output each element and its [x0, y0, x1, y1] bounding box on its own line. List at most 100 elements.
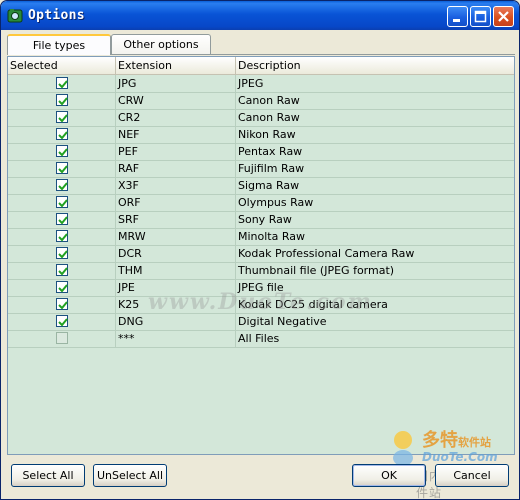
description-cell: Sony Raw — [238, 213, 292, 226]
minimize-button[interactable] — [447, 6, 468, 27]
selected-checkbox[interactable] — [56, 77, 68, 89]
table-row[interactable]: X3F Sigma Raw — [8, 177, 514, 195]
description-cell: Minolta Raw — [238, 230, 305, 243]
table-row[interactable]: SRF Sony Raw — [8, 211, 514, 229]
checkmark-icon — [58, 80, 68, 89]
table-row[interactable]: ORF Olympus Raw — [8, 194, 514, 212]
checkmark-icon — [58, 114, 68, 123]
extension-cell: RAF — [116, 160, 236, 177]
maximize-button[interactable] — [470, 6, 491, 27]
selected-cell — [8, 296, 116, 313]
title-bar[interactable]: Options — [1, 1, 519, 30]
selected-cell — [8, 211, 116, 228]
extension-cell: MRW — [116, 228, 236, 245]
description-cell: Canon Raw — [238, 94, 300, 107]
table-row[interactable]: DCR Kodak Professional Camera Raw — [8, 245, 514, 263]
selected-cell — [8, 160, 116, 177]
checkmark-icon — [58, 233, 68, 242]
extension-cell: THM — [116, 262, 236, 279]
selected-checkbox[interactable] — [56, 128, 68, 140]
selected-cell — [8, 279, 116, 296]
tab-other-options[interactable]: Other options — [111, 34, 211, 54]
selected-checkbox[interactable] — [56, 298, 68, 310]
table-row[interactable]: NEF Nikon Raw — [8, 126, 514, 144]
description-cell: Nikon Raw — [238, 128, 296, 141]
selected-cell — [8, 313, 116, 330]
description-cell: Pentax Raw — [238, 145, 303, 158]
selected-checkbox[interactable] — [56, 332, 68, 344]
selected-cell — [8, 228, 116, 245]
selected-checkbox[interactable] — [56, 196, 68, 208]
checkmark-icon — [58, 301, 68, 310]
selected-cell — [8, 194, 116, 211]
table-row[interactable]: THM Thumbnail file (JPEG format) — [8, 262, 514, 280]
extension-cell: CR2 — [116, 109, 236, 126]
tab-bar: File types Other options — [7, 34, 515, 55]
unselect-all-button[interactable]: UnSelect All — [93, 464, 167, 487]
selected-checkbox[interactable] — [56, 247, 68, 259]
extension-cell: NEF — [116, 126, 236, 143]
app-icon — [7, 9, 23, 23]
description-cell: Digital Negative — [238, 315, 327, 328]
selected-checkbox[interactable] — [56, 315, 68, 327]
ok-button[interactable]: OK — [352, 464, 426, 487]
column-header-extension[interactable]: Extension — [116, 57, 236, 74]
close-button[interactable] — [493, 6, 514, 27]
selected-checkbox[interactable] — [56, 230, 68, 242]
selected-cell — [8, 92, 116, 109]
selected-checkbox[interactable] — [56, 111, 68, 123]
selected-checkbox[interactable] — [56, 179, 68, 191]
extension-cell: JPE — [116, 279, 236, 296]
extension-cell: X3F — [116, 177, 236, 194]
selected-checkbox[interactable] — [56, 213, 68, 225]
table-row[interactable]: JPG JPEG — [8, 75, 514, 93]
table-row[interactable]: MRW Minolta Raw — [8, 228, 514, 246]
extension-cell: CRW — [116, 92, 236, 109]
tab-file-types[interactable]: File types — [7, 34, 111, 55]
table-row[interactable]: CRW Canon Raw — [8, 92, 514, 110]
extension-cell: DNG — [116, 313, 236, 330]
minimize-icon — [453, 19, 460, 22]
selected-checkbox[interactable] — [56, 281, 68, 293]
selected-checkbox[interactable] — [56, 145, 68, 157]
selected-checkbox[interactable] — [56, 162, 68, 174]
selected-cell — [8, 126, 116, 143]
table-row[interactable]: K25 Kodak DC25 digital camera — [8, 296, 514, 314]
checkmark-icon — [58, 250, 68, 259]
description-cell: JPEG file — [238, 281, 284, 294]
table-row[interactable]: CR2 Canon Raw — [8, 109, 514, 127]
extension-cell: *** — [116, 330, 236, 347]
selected-checkbox[interactable] — [56, 94, 68, 106]
extension-cell: DCR — [116, 245, 236, 262]
selected-cell — [8, 75, 116, 92]
column-header-selected[interactable]: Selected — [8, 57, 116, 74]
table-row[interactable]: RAF Fujifilm Raw — [8, 160, 514, 178]
checkmark-icon — [58, 216, 68, 225]
grid-header: Selected Extension Description — [8, 57, 514, 75]
column-header-description[interactable]: Description — [236, 57, 514, 74]
table-row[interactable]: DNG Digital Negative — [8, 313, 514, 331]
extension-cell: SRF — [116, 211, 236, 228]
selected-cell — [8, 245, 116, 262]
checkmark-icon — [58, 318, 68, 327]
window-title: Options — [28, 8, 85, 23]
checkmark-icon — [58, 199, 68, 208]
selected-cell — [8, 330, 116, 347]
file-types-grid[interactable]: Selected Extension Description JPG JPEG CR… — [7, 56, 515, 455]
table-row[interactable]: *** All Files — [8, 330, 514, 348]
maximize-icon — [474, 10, 487, 23]
selected-cell — [8, 262, 116, 279]
table-row[interactable]: JPE JPEG file — [8, 279, 514, 297]
selected-cell — [8, 143, 116, 160]
selected-cell — [8, 177, 116, 194]
description-cell: Kodak Professional Camera Raw — [238, 247, 415, 260]
description-cell: JPEG — [238, 77, 264, 90]
table-row[interactable]: PEF Pentax Raw — [8, 143, 514, 161]
description-cell: Fujifilm Raw — [238, 162, 305, 175]
selected-cell — [8, 109, 116, 126]
select-all-button[interactable]: Select All — [11, 464, 85, 487]
checkmark-icon — [58, 182, 68, 191]
cancel-button[interactable]: Cancel — [435, 464, 509, 487]
extension-cell: JPG — [116, 75, 236, 92]
selected-checkbox[interactable] — [56, 264, 68, 276]
